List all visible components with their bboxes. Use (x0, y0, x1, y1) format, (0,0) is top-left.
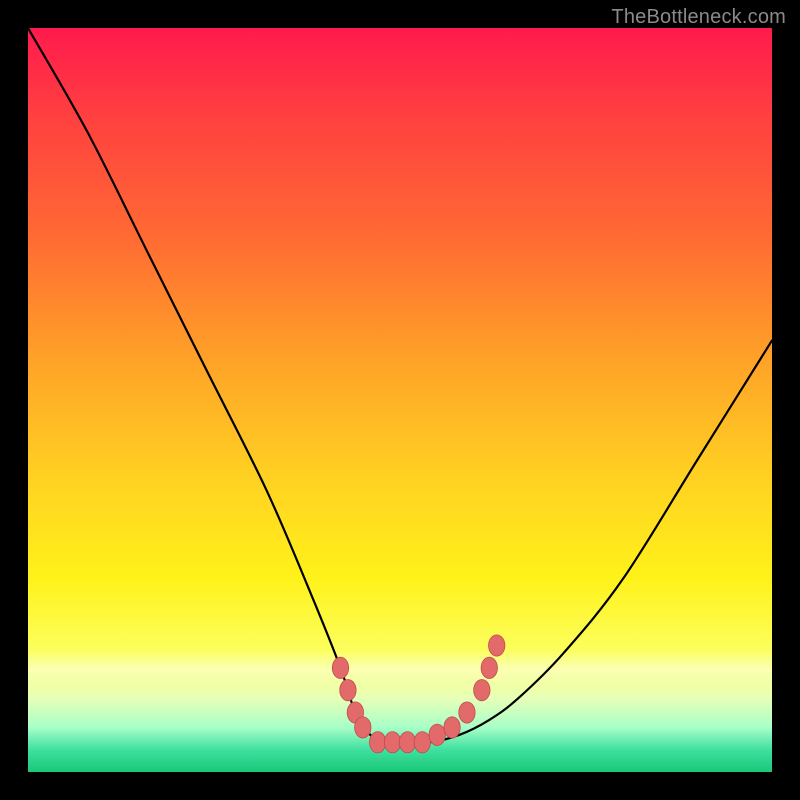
marker-dot (414, 732, 430, 753)
marker-dot (474, 680, 490, 701)
marker-cluster (332, 635, 505, 753)
marker-dot (332, 657, 348, 678)
marker-dot (399, 732, 415, 753)
marker-dot (384, 732, 400, 753)
marker-dot (459, 702, 475, 723)
left-curve (28, 28, 400, 743)
watermark-text: TheBottleneck.com (611, 6, 786, 29)
marker-dot (429, 724, 445, 745)
curve-group (28, 28, 772, 743)
chart-svg-layer (28, 28, 772, 772)
marker-dot (355, 717, 371, 738)
chart-frame: TheBottleneck.com (0, 0, 800, 800)
right-curve (400, 340, 772, 742)
marker-dot (489, 635, 505, 656)
marker-dot (369, 732, 385, 753)
marker-dot (481, 657, 497, 678)
marker-dot (444, 717, 460, 738)
marker-dot (340, 680, 356, 701)
